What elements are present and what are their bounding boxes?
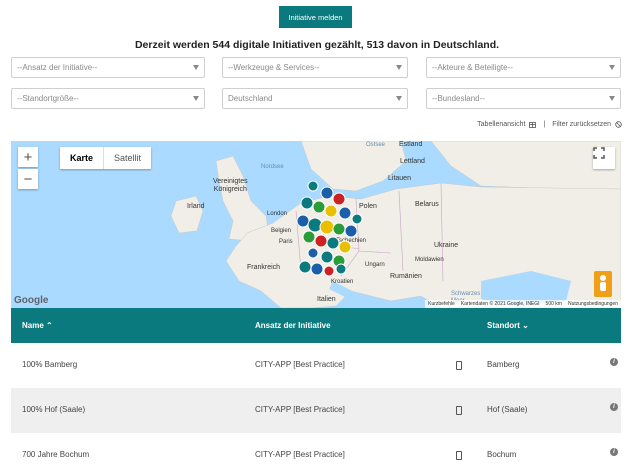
- row-name: 100% Bamberg: [22, 360, 78, 369]
- map-type-satellite-button[interactable]: Satellit: [104, 147, 151, 169]
- chevron-down-icon: [193, 96, 199, 101]
- row-approach: CITY-APP [Best Practice]: [255, 360, 345, 369]
- chevron-down-icon: [609, 65, 615, 70]
- filter-actors-label: --Akteure & Beteiligte--: [432, 63, 513, 72]
- row-approach: CITY-APP [Best Practice]: [255, 405, 345, 414]
- keyboard-shortcuts-link[interactable]: Kurzbefehle: [428, 301, 455, 307]
- filter-tools-select[interactable]: --Werkzeuge & Services--: [222, 57, 408, 78]
- row-location: Hof (Saale): [487, 405, 528, 414]
- map-scale: 500 km: [545, 301, 562, 307]
- table-icon: [529, 121, 537, 128]
- chevron-down-icon: [193, 65, 199, 70]
- reset-filters-link[interactable]: Filter zurücksetzen: [552, 121, 611, 128]
- info-icon[interactable]: i: [610, 358, 618, 366]
- map-type-control: Karte Satellit: [60, 147, 152, 169]
- map-attribution: Kurzbefehle Kartendaten © 2021 Google, I…: [425, 300, 621, 308]
- filter-tools-label: --Werkzeuge & Services--: [228, 63, 320, 72]
- reset-icon: [615, 121, 622, 128]
- table-header: Name ⌃ Ansatz der Initiative Standort ⌄: [11, 308, 621, 343]
- street-view-pegman[interactable]: [594, 271, 612, 297]
- page: Initiative melden Derzeit werden 544 dig…: [0, 0, 634, 473]
- page-headline: Derzeit werden 544 digitale Initiativen …: [134, 39, 500, 51]
- pegman-icon: [600, 275, 606, 291]
- map-type-map-button[interactable]: Karte: [60, 147, 105, 169]
- fullscreen-icon: [593, 147, 605, 159]
- view-toolbar: Tabellenansicht | Filter zurücksetzen: [477, 121, 622, 128]
- fullscreen-button[interactable]: [593, 147, 615, 169]
- terms-link[interactable]: Nutzungsbedingungen: [568, 301, 618, 307]
- chevron-down-icon: [396, 96, 402, 101]
- filter-state-select[interactable]: --Bundesland--: [426, 88, 621, 109]
- sort-down-icon: ⌄: [522, 321, 529, 330]
- phone-icon: [456, 406, 462, 415]
- map-data-credit: Kartendaten © 2021 Google, INEGI: [460, 301, 540, 307]
- row-name: 700 Jahre Bochum: [22, 450, 90, 459]
- filter-state-label: --Bundesland--: [432, 94, 485, 103]
- row-name: 100% Hof (Saale): [22, 405, 86, 414]
- column-approach-header: Ansatz der Initiative: [255, 321, 331, 330]
- initiatives-map[interactable]: Estland Ostsee Lettland Litauen Nordsee …: [11, 141, 621, 308]
- filter-approach-label: --Ansatz der Initiative--: [17, 63, 98, 72]
- chevron-down-icon: [609, 96, 615, 101]
- filter-country-select[interactable]: Deutschland: [222, 88, 408, 109]
- filter-size-label: --Standortgröße--: [17, 94, 79, 103]
- row-approach: CITY-APP [Best Practice]: [255, 450, 345, 459]
- zoom-out-button[interactable]: −: [18, 169, 38, 189]
- filter-size-select[interactable]: --Standortgröße--: [11, 88, 205, 109]
- column-name-header[interactable]: Name ⌃: [22, 321, 53, 330]
- table-row[interactable]: 100% Hof (Saale) CITY-APP [Best Practice…: [11, 388, 621, 433]
- phone-icon: [456, 361, 462, 370]
- filter-country-label: Deutschland: [228, 94, 273, 103]
- chevron-down-icon: [396, 65, 402, 70]
- zoom-in-button[interactable]: +: [18, 147, 38, 167]
- table-row[interactable]: 700 Jahre Bochum CITY-APP [Best Practice…: [11, 433, 621, 473]
- info-icon[interactable]: i: [610, 448, 618, 456]
- row-location: Bochum: [487, 450, 517, 459]
- table-view-link[interactable]: Tabellenansicht: [477, 121, 525, 128]
- filter-actors-select[interactable]: --Akteure & Beteiligte--: [426, 57, 621, 78]
- filter-approach-select[interactable]: --Ansatz der Initiative--: [11, 57, 205, 78]
- google-logo: Google: [14, 295, 49, 306]
- phone-icon: [456, 451, 462, 460]
- map-marker-icon[interactable]: [296, 180, 363, 277]
- report-initiative-button[interactable]: Initiative melden: [279, 6, 352, 28]
- sort-up-icon: ⌃: [46, 321, 53, 330]
- toolbar-separator: |: [543, 121, 546, 128]
- table-row[interactable]: 100% Bamberg CITY-APP [Best Practice] Ba…: [11, 343, 621, 388]
- row-location: Bamberg: [487, 360, 520, 369]
- info-icon[interactable]: i: [610, 403, 618, 411]
- column-location-header[interactable]: Standort ⌄: [487, 321, 529, 330]
